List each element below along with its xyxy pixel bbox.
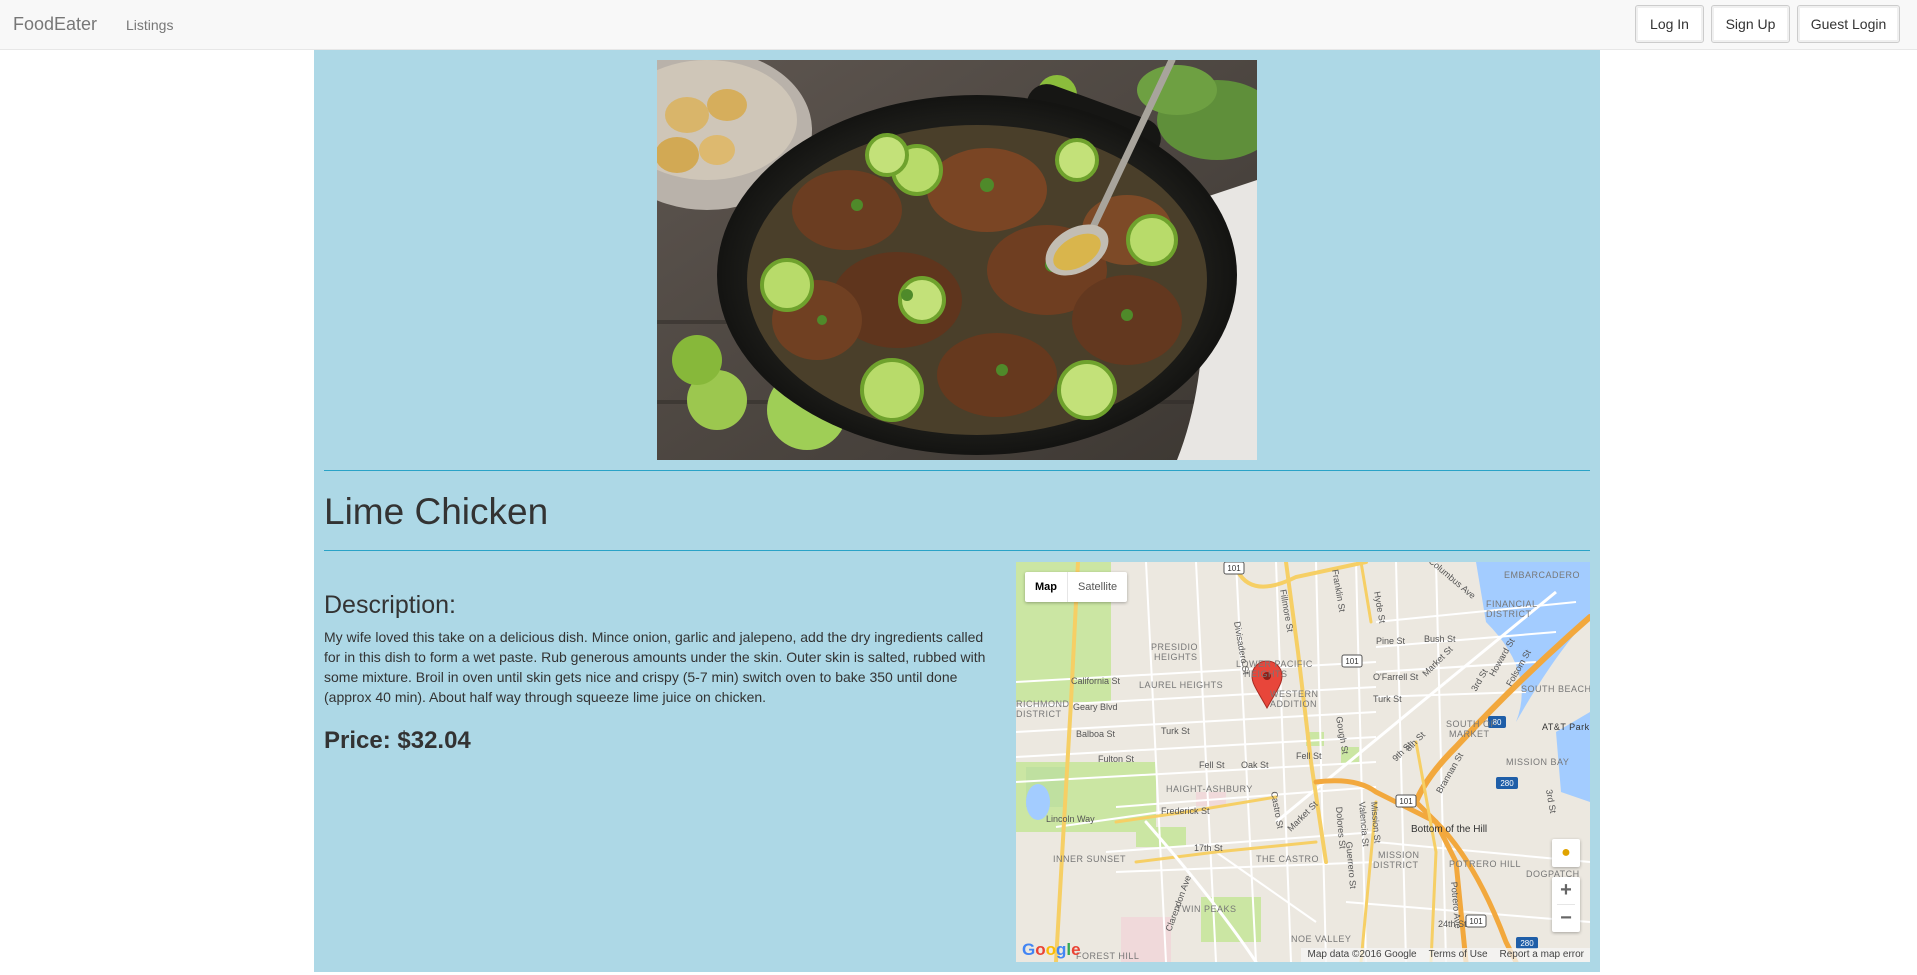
map-street-fell: Fell St (1199, 760, 1225, 770)
map-area-som-market: MARKET (1449, 729, 1490, 739)
map-area-western: WESTERN (1270, 689, 1319, 699)
google-logo: Google (1022, 940, 1081, 959)
map-area-presidio: PRESIDIO (1151, 642, 1198, 652)
sign-up-button[interactable]: Sign Up (1711, 5, 1790, 43)
map-street-pine: Pine St (1376, 636, 1406, 646)
map-area-som: SOUTH OF (1446, 719, 1497, 729)
map-street-fulton: Fulton St (1098, 754, 1135, 764)
hwy280b-label: 280 (1520, 939, 1534, 948)
map-area-richmond-district: DISTRICT (1016, 709, 1062, 719)
map-canvas[interactable]: 101 101 101 101 80 280 280 EMBARCADERO F… (1016, 562, 1590, 962)
map-street-17th: 17th St (1194, 843, 1223, 853)
map-street-turk-2: Turk St (1161, 726, 1190, 736)
map-poi-bottom-of-the-hill: Bottom of the Hill (1411, 824, 1487, 835)
description-heading: Description: (324, 591, 456, 619)
map-type-map-button[interactable]: Map (1025, 572, 1067, 602)
map-area-potrero: POTRERO HILL (1449, 859, 1521, 869)
brand-link[interactable]: FoodEater (13, 14, 97, 34)
map-street-ofarrell: O'Farrell St (1373, 672, 1419, 682)
guest-login-button[interactable]: Guest Login (1797, 5, 1900, 43)
map-area-haight: HAIGHT-ASHBURY (1166, 784, 1253, 794)
food-photo (657, 60, 1257, 460)
map-area-twin-peaks: TWIN PEAKS (1176, 904, 1237, 914)
hwy101d-label: 101 (1469, 917, 1483, 926)
map-type-satellite-button[interactable]: Satellite (1067, 572, 1127, 602)
map-street-lincoln: Lincoln Way (1046, 814, 1095, 824)
map-area-financial-district: DISTRICT (1486, 609, 1532, 619)
terms-of-use-link[interactable]: Terms of Use (1429, 948, 1488, 962)
nav-link-listings[interactable]: Listings (126, 16, 173, 34)
divider-bottom (324, 550, 1590, 551)
map-area-att-park: AT&T Park (1542, 722, 1590, 732)
hwy280a-label: 280 (1500, 779, 1514, 788)
hwy101c-label: 101 (1399, 797, 1413, 806)
top-navbar: FoodEater Listings Log In Sign Up Guest … (0, 0, 1917, 50)
street-view-pegman-icon[interactable]: ● (1552, 839, 1580, 867)
map-attribution: Map data ©2016 Google Terms of Use Repor… (1301, 948, 1590, 962)
map-street-bush: Bush St (1424, 634, 1456, 644)
map-area-embarcadero: EMBARCADERO (1504, 570, 1580, 580)
map-area-presidio-heights: HEIGHTS (1154, 652, 1198, 662)
map-street-geary: Geary Blvd (1073, 702, 1118, 712)
divider-top (324, 470, 1590, 471)
map-street-balboa: Balboa St (1076, 729, 1116, 739)
map-area-mission-district: DISTRICT (1373, 860, 1419, 870)
map-area-forest-hill: FOREST HILL (1076, 951, 1139, 961)
map-area-noe-valley: NOE VALLEY (1291, 934, 1351, 944)
map-type-control: Map Satellite (1025, 572, 1128, 602)
log-in-button[interactable]: Log In (1635, 5, 1704, 43)
hwy101b-label: 101 (1345, 657, 1359, 666)
map-area-south-beach: SOUTH BEACH (1521, 684, 1590, 694)
map-data-text: Map data ©2016 Google (1307, 949, 1417, 960)
price-label: Price: $32.04 (324, 727, 471, 754)
map-area-inner-sunset: INNER SUNSET (1053, 854, 1126, 864)
map-area-mission: MISSION (1378, 850, 1420, 860)
map-area-mission-bay: MISSION BAY (1506, 757, 1569, 767)
map-street-turk: Turk St (1373, 694, 1402, 704)
map-street-fell-2: Fell St (1296, 751, 1322, 761)
map-street-oak: Oak St (1241, 760, 1269, 770)
map-area-castro: THE CASTRO (1256, 854, 1319, 864)
map-street-frederick: Frederick St (1161, 806, 1210, 816)
location-map[interactable]: 101 101 101 101 80 280 280 EMBARCADERO F… (1016, 562, 1590, 962)
map-area-richmond: RICHMOND (1016, 699, 1070, 709)
listing-title: Lime Chicken (324, 491, 549, 532)
map-area-western-addition: ADDITION (1270, 699, 1317, 709)
map-area-financial: FINANCIAL (1486, 599, 1538, 609)
map-area-laurel: LAUREL HEIGHTS (1139, 680, 1223, 690)
zoom-in-button[interactable]: + (1552, 877, 1580, 904)
listing-container: Lime Chicken Description: My wife loved … (314, 50, 1600, 972)
zoom-control: + − (1552, 877, 1580, 932)
zoom-out-button[interactable]: − (1552, 905, 1580, 932)
hwy101a-label: 101 (1227, 564, 1241, 573)
map-street-california: California St (1071, 676, 1121, 686)
report-map-error-link[interactable]: Report a map error (1500, 948, 1584, 962)
description-text: My wife loved this take on a delicious d… (324, 629, 986, 705)
